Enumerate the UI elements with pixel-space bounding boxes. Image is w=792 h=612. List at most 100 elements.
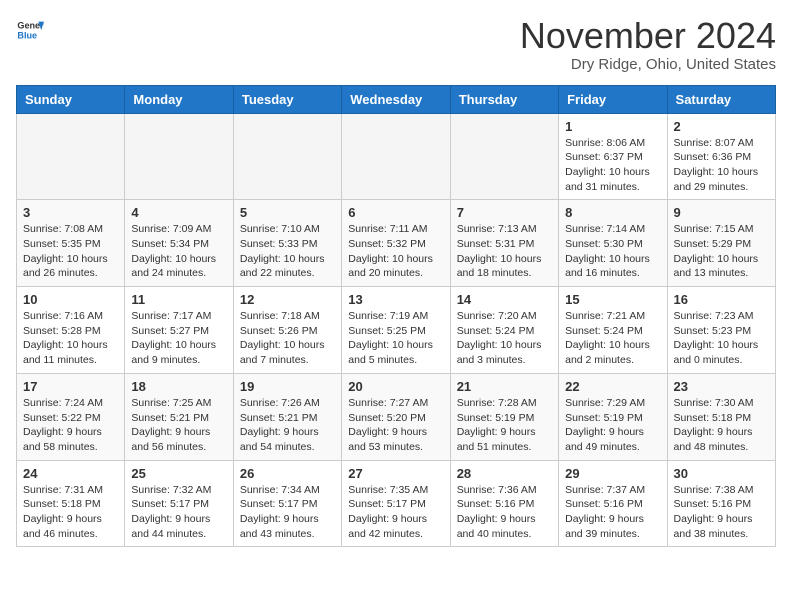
calendar-week-5: 24Sunrise: 7:31 AM Sunset: 5:18 PM Dayli… [17, 460, 776, 547]
calendar-cell: 28Sunrise: 7:36 AM Sunset: 5:16 PM Dayli… [450, 460, 558, 547]
day-number: 26 [240, 466, 335, 481]
calendar-cell: 20 Sunrise: 7:27 AM Sunset: 5:20 PM Dayli… [342, 373, 450, 460]
calendar-cell: 24Sunrise: 7:31 AM Sunset: 5:18 PM Dayli… [17, 460, 125, 547]
calendar-cell [342, 113, 450, 200]
day-number: 25 [131, 466, 226, 481]
calendar-cell: 23 Sunrise: 7:30 AM Sunset: 5:18 PM Dayli… [667, 373, 775, 460]
calendar-week-3: 10 Sunrise: 7:16 AM Sunset: 5:28 PM Dayli… [17, 287, 776, 374]
calendar-cell: 19 Sunrise: 7:26 AM Sunset: 5:21 PM Dayli… [233, 373, 341, 460]
col-header-friday: Friday [559, 85, 667, 113]
calendar-cell: 25 Sunrise: 7:32 AM Sunset: 5:17 PM Dayli… [125, 460, 233, 547]
day-number: 5 [240, 205, 335, 220]
logo-icon: General Blue [16, 16, 44, 44]
day-info: Sunrise: 7:20 AM Sunset: 5:24 PM Dayligh… [457, 309, 552, 368]
calendar-cell: 29 Sunrise: 7:37 AM Sunset: 5:16 PM Dayli… [559, 460, 667, 547]
page-header: General Blue November 2024 Dry Ridge, Oh… [16, 16, 776, 73]
calendar-cell [125, 113, 233, 200]
day-info: Sunrise: 7:16 AM Sunset: 5:28 PM Dayligh… [23, 309, 118, 368]
day-number: 20 [348, 379, 443, 394]
day-number: 2 [674, 119, 769, 134]
calendar-cell: 5Sunrise: 7:10 AM Sunset: 5:33 PM Daylig… [233, 200, 341, 287]
day-info: Sunrise: 7:14 AM Sunset: 5:30 PM Dayligh… [565, 222, 660, 281]
calendar-cell: 21 Sunrise: 7:28 AM Sunset: 5:19 PM Dayli… [450, 373, 558, 460]
day-info: Sunrise: 7:24 AM Sunset: 5:22 PM Dayligh… [23, 396, 118, 455]
day-info: Sunrise: 7:13 AM Sunset: 5:31 PM Dayligh… [457, 222, 552, 281]
calendar-cell: 18 Sunrise: 7:25 AM Sunset: 5:21 PM Dayli… [125, 373, 233, 460]
day-number: 23 [674, 379, 769, 394]
col-header-monday: Monday [125, 85, 233, 113]
day-number: 19 [240, 379, 335, 394]
day-info: Sunrise: 7:36 AM Sunset: 5:16 PM Dayligh… [457, 483, 552, 542]
day-number: 9 [674, 205, 769, 220]
day-number: 12 [240, 292, 335, 307]
day-number: 16 [674, 292, 769, 307]
day-info: Sunrise: 7:21 AM Sunset: 5:24 PM Dayligh… [565, 309, 660, 368]
day-number: 14 [457, 292, 552, 307]
day-number: 10 [23, 292, 118, 307]
day-info: Sunrise: 8:06 AM Sunset: 6:37 PM Dayligh… [565, 136, 660, 195]
day-number: 24 [23, 466, 118, 481]
day-number: 21 [457, 379, 552, 394]
calendar-cell: 1 Sunrise: 8:06 AM Sunset: 6:37 PM Daylig… [559, 113, 667, 200]
day-info: Sunrise: 7:18 AM Sunset: 5:26 PM Dayligh… [240, 309, 335, 368]
day-number: 13 [348, 292, 443, 307]
calendar-week-2: 3 Sunrise: 7:08 AM Sunset: 5:35 PM Daylig… [17, 200, 776, 287]
calendar-cell: 9 Sunrise: 7:15 AM Sunset: 5:29 PM Daylig… [667, 200, 775, 287]
day-info: Sunrise: 7:37 AM Sunset: 5:16 PM Dayligh… [565, 483, 660, 542]
title-block: November 2024 Dry Ridge, Ohio, United St… [520, 16, 776, 73]
calendar-cell [450, 113, 558, 200]
day-info: Sunrise: 7:32 AM Sunset: 5:17 PM Dayligh… [131, 483, 226, 542]
day-number: 11 [131, 292, 226, 307]
day-number: 17 [23, 379, 118, 394]
calendar-cell [233, 113, 341, 200]
col-header-tuesday: Tuesday [233, 85, 341, 113]
calendar-cell: 6 Sunrise: 7:11 AM Sunset: 5:32 PM Daylig… [342, 200, 450, 287]
svg-text:Blue: Blue [17, 30, 37, 40]
calendar-cell: 12 Sunrise: 7:18 AM Sunset: 5:26 PM Dayli… [233, 287, 341, 374]
calendar-cell: 13Sunrise: 7:19 AM Sunset: 5:25 PM Dayli… [342, 287, 450, 374]
calendar-week-1: 1 Sunrise: 8:06 AM Sunset: 6:37 PM Daylig… [17, 113, 776, 200]
day-info: Sunrise: 7:30 AM Sunset: 5:18 PM Dayligh… [674, 396, 769, 455]
day-number: 6 [348, 205, 443, 220]
day-number: 27 [348, 466, 443, 481]
calendar-cell: 22 Sunrise: 7:29 AM Sunset: 5:19 PM Dayli… [559, 373, 667, 460]
calendar-cell: 3 Sunrise: 7:08 AM Sunset: 5:35 PM Daylig… [17, 200, 125, 287]
day-number: 15 [565, 292, 660, 307]
day-number: 18 [131, 379, 226, 394]
calendar-cell: 17 Sunrise: 7:24 AM Sunset: 5:22 PM Dayli… [17, 373, 125, 460]
calendar-cell: 4Sunrise: 7:09 AM Sunset: 5:34 PM Daylig… [125, 200, 233, 287]
day-number: 22 [565, 379, 660, 394]
day-info: Sunrise: 7:28 AM Sunset: 5:19 PM Dayligh… [457, 396, 552, 455]
day-info: Sunrise: 7:29 AM Sunset: 5:19 PM Dayligh… [565, 396, 660, 455]
calendar-cell: 11Sunrise: 7:17 AM Sunset: 5:27 PM Dayli… [125, 287, 233, 374]
day-info: Sunrise: 7:23 AM Sunset: 5:23 PM Dayligh… [674, 309, 769, 368]
month-title: November 2024 [520, 16, 776, 56]
calendar-week-4: 17 Sunrise: 7:24 AM Sunset: 5:22 PM Dayli… [17, 373, 776, 460]
logo: General Blue [16, 16, 44, 44]
calendar-header-row: SundayMondayTuesdayWednesdayThursdayFrid… [17, 85, 776, 113]
day-number: 7 [457, 205, 552, 220]
calendar-cell: 15 Sunrise: 7:21 AM Sunset: 5:24 PM Dayli… [559, 287, 667, 374]
calendar-cell: 27 Sunrise: 7:35 AM Sunset: 5:17 PM Dayli… [342, 460, 450, 547]
calendar-cell: 16 Sunrise: 7:23 AM Sunset: 5:23 PM Dayli… [667, 287, 775, 374]
day-number: 8 [565, 205, 660, 220]
day-info: Sunrise: 7:09 AM Sunset: 5:34 PM Dayligh… [131, 222, 226, 281]
day-info: Sunrise: 7:27 AM Sunset: 5:20 PM Dayligh… [348, 396, 443, 455]
calendar-table: SundayMondayTuesdayWednesdayThursdayFrid… [16, 85, 776, 548]
day-info: Sunrise: 7:35 AM Sunset: 5:17 PM Dayligh… [348, 483, 443, 542]
day-number: 29 [565, 466, 660, 481]
day-info: Sunrise: 7:15 AM Sunset: 5:29 PM Dayligh… [674, 222, 769, 281]
day-number: 3 [23, 205, 118, 220]
day-info: Sunrise: 7:25 AM Sunset: 5:21 PM Dayligh… [131, 396, 226, 455]
calendar-cell: 10 Sunrise: 7:16 AM Sunset: 5:28 PM Dayli… [17, 287, 125, 374]
day-info: Sunrise: 7:11 AM Sunset: 5:32 PM Dayligh… [348, 222, 443, 281]
day-info: Sunrise: 7:34 AM Sunset: 5:17 PM Dayligh… [240, 483, 335, 542]
calendar-cell [17, 113, 125, 200]
location: Dry Ridge, Ohio, United States [520, 56, 776, 73]
day-number: 30 [674, 466, 769, 481]
day-info: Sunrise: 7:08 AM Sunset: 5:35 PM Dayligh… [23, 222, 118, 281]
calendar-cell: 8 Sunrise: 7:14 AM Sunset: 5:30 PM Daylig… [559, 200, 667, 287]
day-number: 1 [565, 119, 660, 134]
day-info: Sunrise: 7:26 AM Sunset: 5:21 PM Dayligh… [240, 396, 335, 455]
col-header-wednesday: Wednesday [342, 85, 450, 113]
